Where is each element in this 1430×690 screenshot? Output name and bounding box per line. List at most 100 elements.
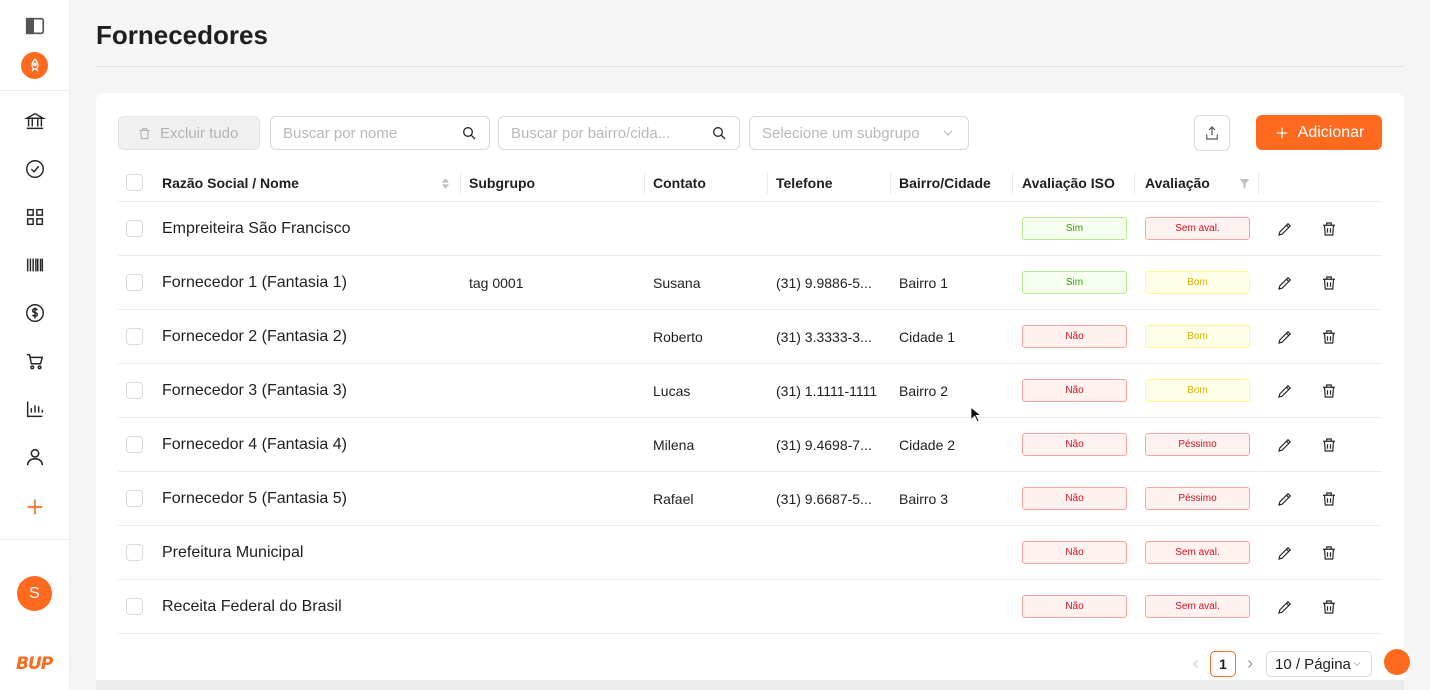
edit-button[interactable] (1275, 489, 1295, 509)
search-district-input[interactable]: Buscar por bairro/cida... (498, 116, 740, 150)
check-circle-icon[interactable] (22, 156, 48, 182)
iso-badge: Sim (1022, 217, 1127, 240)
table-row[interactable]: Receita Federal do Brasil Não Sem aval. (118, 580, 1382, 634)
app-logo-icon[interactable] (21, 52, 48, 79)
edit-button[interactable] (1275, 435, 1295, 455)
edit-button[interactable] (1275, 273, 1295, 293)
edit-button[interactable] (1275, 543, 1295, 563)
pencil-icon (1278, 600, 1292, 614)
page-1-button[interactable]: 1 (1210, 651, 1236, 677)
delete-row-button[interactable] (1319, 597, 1339, 617)
row-checkbox[interactable] (126, 274, 143, 291)
edit-button[interactable] (1275, 597, 1295, 617)
plus-icon[interactable] (22, 494, 48, 520)
avatar[interactable]: S (17, 576, 52, 611)
column-header-contact: Contato (653, 175, 706, 191)
prev-page-button[interactable] (1190, 651, 1202, 677)
iso-badge: Não (1022, 487, 1127, 510)
select-all-checkbox[interactable] (126, 174, 143, 191)
column-header-name[interactable]: Razão Social / Nome (162, 164, 299, 202)
trash-icon (1323, 600, 1335, 614)
sort-icon[interactable] (438, 164, 452, 202)
cart-icon[interactable] (22, 348, 48, 374)
pencil-icon (1278, 438, 1292, 452)
export-button[interactable] (1194, 115, 1230, 151)
sidebar-toggle-icon[interactable] (22, 13, 48, 39)
row-checkbox[interactable] (126, 220, 143, 237)
add-label: Adicionar (1297, 123, 1365, 141)
iso-badge: Não (1022, 379, 1127, 402)
table-row[interactable]: Fornecedor 4 (Fantasia 4) Milena (31) 9.46… (118, 418, 1382, 472)
delete-row-button[interactable] (1319, 327, 1339, 347)
supplier-contact: Rafael (653, 491, 694, 507)
subgroup-select[interactable]: Selecione um subgrupo (749, 116, 969, 150)
mouse-cursor-icon (970, 406, 983, 428)
supplier-district: Cidade 2 (899, 437, 956, 453)
subgroup-placeholder: Selecione um subgrupo (762, 124, 920, 142)
column-header-subgroup: Subgrupo (469, 175, 536, 191)
dollar-icon[interactable] (22, 300, 48, 326)
column-separator (890, 172, 891, 194)
search-name-placeholder: Buscar por nome (283, 124, 398, 142)
trash-icon (1323, 330, 1335, 344)
supplier-phone: (31) 1.1111-1111 (776, 383, 878, 399)
next-page-button[interactable] (1244, 651, 1256, 677)
sidebar-divider (0, 539, 70, 540)
row-checkbox[interactable] (126, 436, 143, 453)
chevron-right-icon (1248, 660, 1253, 668)
delete-row-button[interactable] (1319, 273, 1339, 293)
supplier-phone: (31) 9.6687-5... (776, 491, 872, 507)
column-header-district: Bairro/Cidade (899, 175, 991, 191)
filter-icon[interactable] (1236, 164, 1252, 202)
delete-all-button[interactable]: Excluir tudo (118, 116, 260, 150)
sidebar-divider (0, 90, 70, 91)
supplier-name: Fornecedor 3 (Fantasia 3) (162, 382, 347, 399)
add-button[interactable]: Adicionar (1256, 115, 1382, 150)
column-header-phone: Telefone (776, 175, 833, 191)
row-checkbox[interactable] (126, 328, 143, 345)
row-checkbox[interactable] (126, 544, 143, 561)
edit-button[interactable] (1275, 327, 1295, 347)
table-row[interactable]: Empreiteira São Francisco Sim Sem aval. (118, 202, 1382, 256)
table-row[interactable]: Fornecedor 2 (Fantasia 2) Roberto (31) 3.3… (118, 310, 1382, 364)
grid-icon[interactable] (22, 204, 48, 230)
supplier-phone: (31) 3.3333-3... (776, 329, 872, 345)
supplier-district: Bairro 3 (899, 491, 949, 507)
delete-row-button[interactable] (1319, 219, 1339, 239)
floating-help-button[interactable] (1384, 649, 1410, 675)
horizontal-scrollbar[interactable] (96, 680, 1404, 690)
upload-icon (1206, 126, 1218, 140)
user-icon[interactable] (22, 444, 48, 470)
bank-icon[interactable] (22, 108, 48, 134)
rating-badge: Sem aval. (1145, 595, 1250, 618)
pencil-icon (1278, 330, 1292, 344)
column-separator (460, 172, 461, 194)
page-size-select[interactable]: 10 / Página (1266, 651, 1372, 677)
search-district-placeholder: Buscar por bairro/cida... (511, 124, 671, 142)
table-row[interactable]: Fornecedor 1 (Fantasia 1) tag 0001 Susana (… (118, 256, 1382, 310)
search-icon[interactable] (711, 125, 727, 141)
table-row[interactable]: Fornecedor 5 (Fantasia 5) Rafael (31) 9.66… (118, 472, 1382, 526)
search-name-input[interactable]: Buscar por nome (270, 116, 490, 150)
supplier-contact: Susana (653, 275, 701, 291)
bar-chart-icon[interactable] (22, 396, 48, 422)
delete-row-button[interactable] (1319, 543, 1339, 563)
row-checkbox[interactable] (126, 490, 143, 507)
supplier-district: Bairro 2 (899, 383, 949, 399)
table-row[interactable]: Prefeitura Municipal Não Sem aval. (118, 526, 1382, 580)
table-header: Razão Social / Nome Subgrupo Contato Tel… (118, 164, 1382, 202)
row-checkbox[interactable] (126, 382, 143, 399)
edit-button[interactable] (1275, 219, 1295, 239)
delete-row-button[interactable] (1319, 435, 1339, 455)
rating-badge: Sem aval. (1145, 541, 1250, 564)
delete-row-button[interactable] (1319, 489, 1339, 509)
column-header-rating: Avaliação (1145, 175, 1210, 191)
edit-button[interactable] (1275, 381, 1295, 401)
barcode-icon[interactable] (22, 252, 48, 278)
table-row[interactable]: Fornecedor 3 (Fantasia 3) Lucas (31) 1.111… (118, 364, 1382, 418)
brand-logo: BUP (16, 654, 53, 674)
row-checkbox[interactable] (126, 598, 143, 615)
delete-row-button[interactable] (1319, 381, 1339, 401)
search-icon[interactable] (461, 125, 477, 141)
trash-icon (139, 127, 150, 139)
